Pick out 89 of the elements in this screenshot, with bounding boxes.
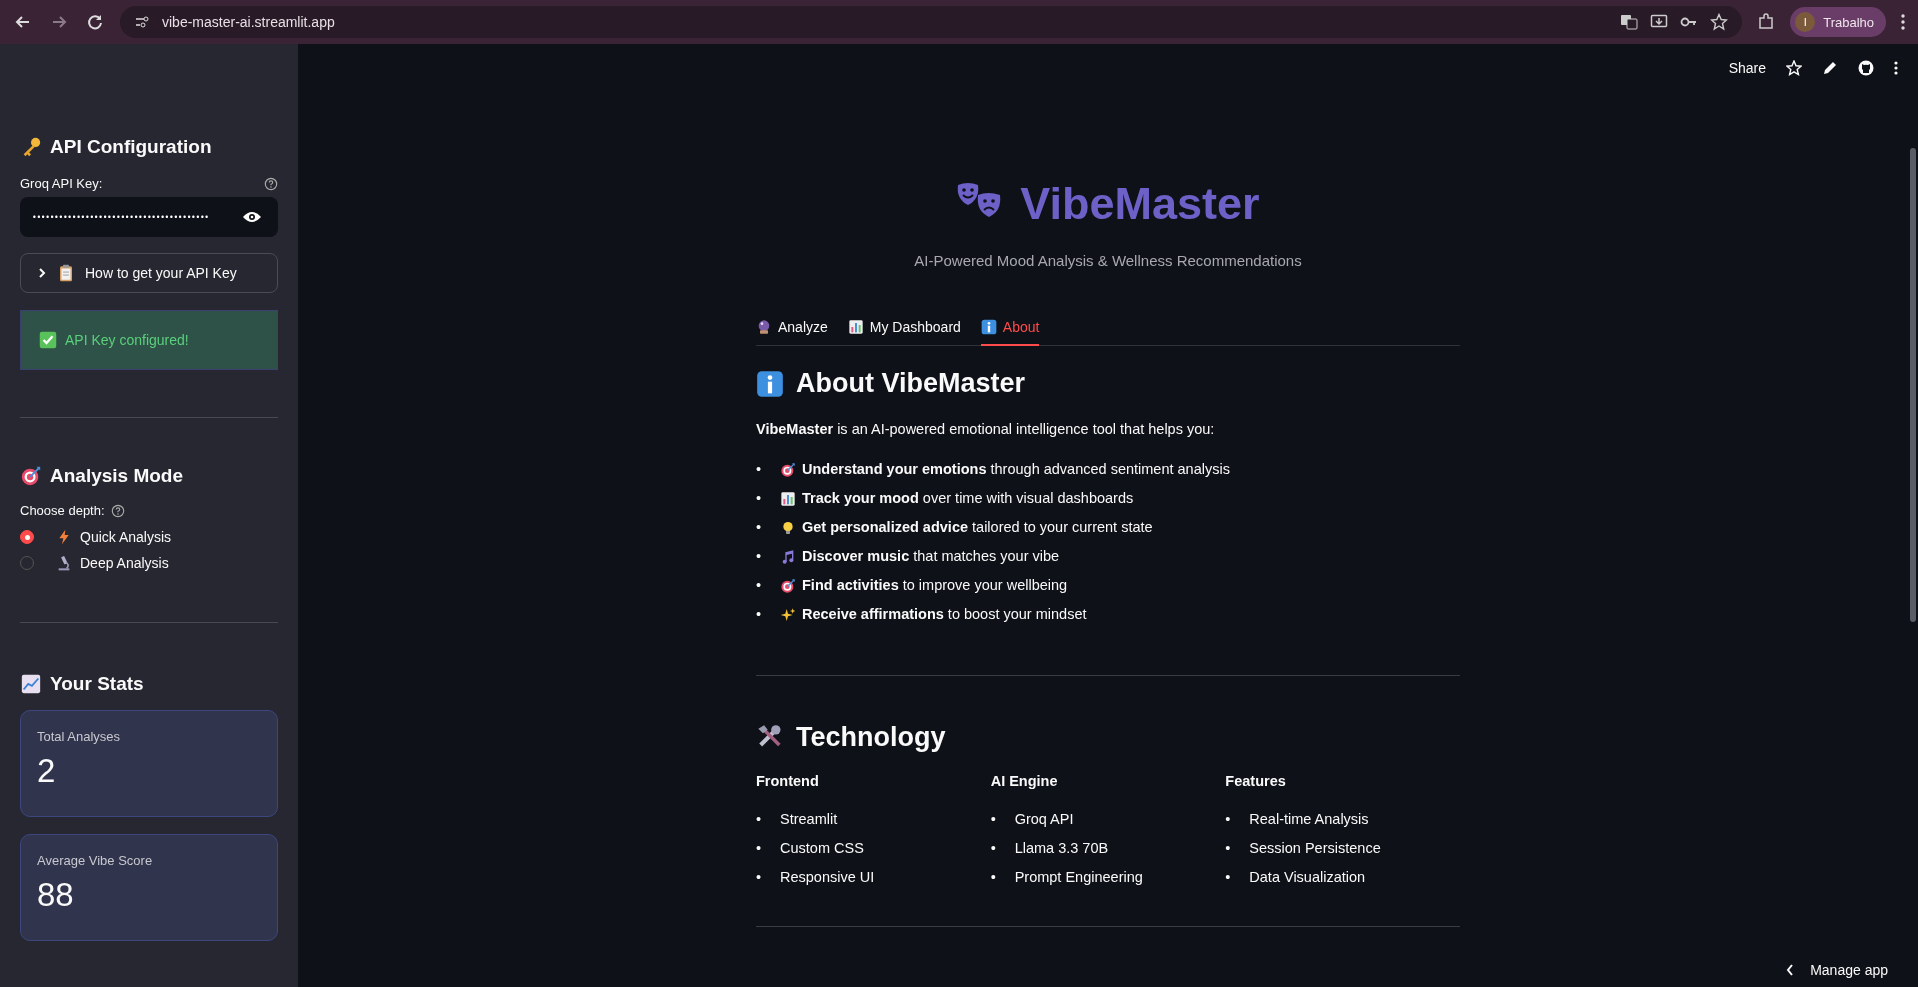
bullet: • [990, 810, 997, 829]
bullet: • [756, 460, 763, 479]
feature-item: Get personalized advice tailored to your current state [802, 518, 1153, 537]
manage-app-button[interactable]: Manage app [1780, 961, 1894, 979]
section-heading: API Configuration [50, 136, 212, 158]
address-bar[interactable]: vibe-master-ai.streamlit.app [120, 6, 1743, 38]
password-field[interactable]: •••••••••••••••••••••••••••••••••••••••• [20, 197, 278, 237]
info-icon [756, 369, 784, 398]
radio-label[interactable]: Quick Analysis [80, 529, 172, 545]
radio-label[interactable]: Deep Analysis [80, 555, 169, 571]
feature-item: Understand your emotions through advanced sentiment analysis [802, 460, 1230, 479]
microscope-icon [56, 555, 72, 571]
field-label: Choose depth: [20, 503, 105, 518]
bullet: • [1225, 868, 1232, 887]
list-item: Responsive UI [780, 868, 875, 887]
intro-paragraph: VibeMaster is an AI-powered emotional intelligence tool that helps you: [756, 421, 1216, 437]
light-bulb-icon [780, 519, 796, 536]
bullet: • [990, 868, 997, 887]
bullet: • [756, 868, 763, 887]
list-item: Prompt Engineering [1014, 868, 1143, 887]
expander[interactable]: How to get your API Key [20, 253, 278, 293]
metric-value: 2 [37, 752, 57, 790]
bullet: • [756, 518, 763, 537]
tab[interactable]: My Dashboard [847, 313, 961, 346]
column-heading: AI Engine [990, 773, 1059, 789]
edit-icon[interactable] [1822, 60, 1838, 76]
bullet: • [1225, 810, 1232, 829]
target-icon [780, 461, 796, 478]
list-item: Data Visualization [1249, 868, 1366, 887]
feature-item: Receive affirmations to boost your mindset [802, 605, 1087, 624]
translate-icon[interactable] [1620, 13, 1639, 31]
section-heading: Analysis Mode [50, 465, 184, 487]
bullet: • [1225, 839, 1232, 858]
share-button[interactable]: Share [1728, 60, 1766, 76]
bar-chart-icon [847, 319, 864, 335]
profile-button[interactable]: I Trabalho [1790, 7, 1886, 37]
list-item: Session Persistence [1249, 839, 1381, 858]
more-icon[interactable] [1894, 60, 1898, 76]
bullet: • [756, 605, 763, 624]
tab[interactable]: Analyze [756, 313, 828, 346]
sparkles-icon [780, 606, 796, 623]
bar-chart-icon [780, 490, 796, 507]
bullet: • [756, 839, 763, 858]
help-icon[interactable] [110, 503, 125, 518]
metric-label: Average Vibe Score [37, 853, 154, 868]
list-item: Streamlit [780, 810, 838, 829]
list-item: Groq API [1014, 810, 1074, 829]
feature-item: Track your mood over time with visual dashboards [802, 489, 1134, 508]
feature-item: Find activities to improve your wellbeing [802, 576, 1068, 595]
bullet: • [990, 839, 997, 858]
metric-value: 88 [37, 876, 75, 914]
crystal-ball-icon [756, 319, 772, 335]
bullet: • [756, 576, 763, 595]
list-item: Llama 3.3 70B [1014, 839, 1109, 858]
feature-item: Discover music that matches your vibe [802, 547, 1060, 566]
list-item: Real-time Analysis [1249, 810, 1369, 829]
bookmark-star-icon[interactable] [1710, 13, 1729, 31]
tab[interactable]: About [980, 313, 1040, 346]
scrollbar[interactable] [1910, 148, 1916, 622]
app-title: VibeMaster [1020, 178, 1260, 230]
check-icon [39, 331, 57, 349]
section-heading: About VibeMaster [796, 368, 1026, 399]
section-heading: Technology [796, 722, 946, 753]
github-icon[interactable] [1858, 60, 1874, 76]
section-heading: Your Stats [50, 673, 144, 695]
site-settings-icon[interactable] [134, 14, 150, 30]
show-password-icon[interactable] [242, 210, 262, 224]
target-icon [780, 577, 796, 594]
list-item: Custom CSS [780, 839, 864, 858]
app-subtitle: AI-Powered Mood Analysis & Wellness Recommendations [913, 252, 1303, 269]
help-icon[interactable] [264, 176, 278, 191]
info-icon [980, 319, 997, 335]
line-chart-icon [20, 673, 42, 695]
clipboard-icon [57, 264, 75, 282]
bullet: • [756, 547, 763, 566]
column-heading: Frontend [756, 773, 820, 789]
field-label: Groq API Key: [20, 176, 103, 191]
radio-button[interactable] [20, 530, 34, 544]
bullet: • [756, 489, 763, 508]
metric-label: Total Analyses [37, 729, 122, 744]
caret-icon [37, 268, 47, 278]
column-heading: Features [1225, 773, 1287, 789]
music-note-icon [780, 548, 796, 565]
caret-icon [1786, 964, 1795, 976]
success-message: API Key configured! [65, 332, 189, 348]
target-icon [20, 465, 42, 487]
menu-icon[interactable] [1900, 13, 1906, 31]
bullet: • [756, 810, 763, 829]
star-icon[interactable] [1786, 60, 1802, 76]
